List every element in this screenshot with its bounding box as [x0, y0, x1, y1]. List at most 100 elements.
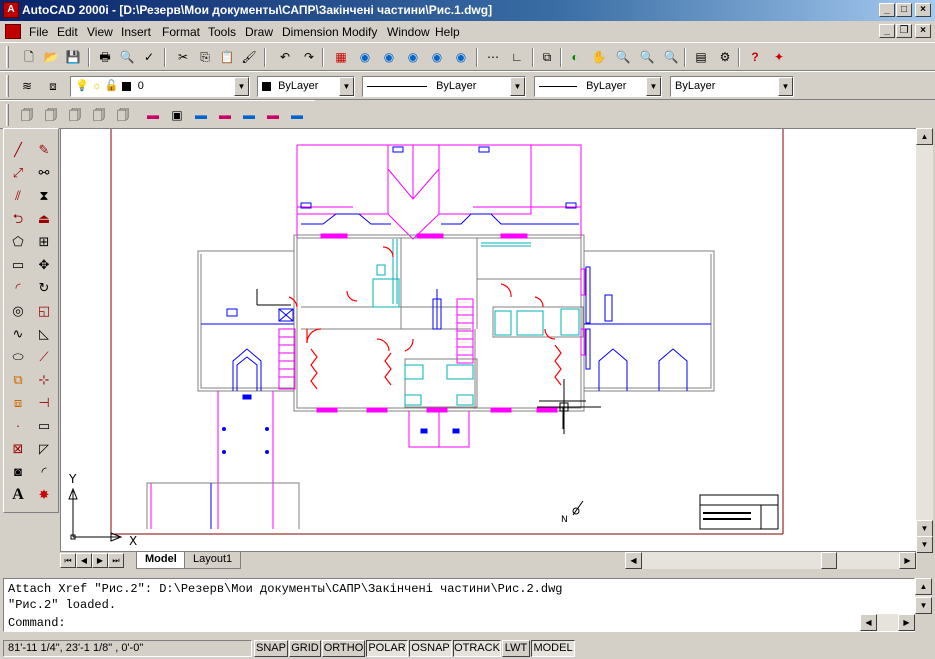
plotstyle-dropdown[interactable]: ByLayer ▼ [670, 76, 794, 97]
spline-icon[interactable]: ∿ [6, 323, 30, 345]
scroll-thumb[interactable] [821, 552, 837, 569]
xref-clip-icon[interactable]: 🗍 [64, 105, 86, 126]
prev-tab-icon[interactable]: ◀ [76, 553, 92, 568]
region-icon[interactable]: ◙ [6, 461, 30, 483]
drawing-area[interactable]: N Y X [60, 128, 917, 552]
spelling-icon[interactable]: ✓ [138, 47, 160, 68]
copy-object-icon[interactable]: ⚯ [32, 162, 56, 184]
chevron-down-icon[interactable]: ▼ [234, 77, 249, 96]
rectangle-icon[interactable]: ▭ [6, 254, 30, 276]
title-bar[interactable]: A AutoCAD 2000i - [D:\Резерв\Мои докумен… [0, 0, 935, 21]
image-quality-icon[interactable]: ▬ [238, 105, 260, 126]
chevron-down-icon[interactable]: ▼ [778, 77, 793, 96]
help-icon[interactable]: ? [744, 47, 766, 68]
tab-model[interactable]: Model [136, 552, 186, 569]
circle-icon[interactable]: ◎ [6, 300, 30, 322]
3d-orbit-icon[interactable]: ◐ [564, 47, 586, 68]
menu-tools[interactable]: Tools [208, 25, 236, 39]
minimize-button[interactable]: _ [879, 3, 895, 17]
scale-icon[interactable]: ◱ [32, 300, 56, 322]
toolbar-grip[interactable] [6, 46, 9, 68]
trim-icon[interactable]: ⊹ [32, 369, 56, 391]
xref-bind-icon[interactable]: 🗍 [88, 105, 110, 126]
redo-icon[interactable]: ↷ [298, 47, 320, 68]
make-block-icon[interactable]: ⧈ [6, 392, 30, 414]
undo-icon[interactable]: ↶ [274, 47, 296, 68]
document-icon[interactable] [5, 24, 21, 39]
new-icon[interactable]: 🗋 [18, 47, 40, 68]
vertical-scrollbar[interactable]: ▲ ▼ ▼ [916, 128, 933, 553]
image-adjust-icon[interactable]: ▬ [214, 105, 236, 126]
erase-icon[interactable]: ✎ [32, 139, 56, 161]
image-icon[interactable]: ▬ [142, 105, 164, 126]
scroll-right-icon[interactable]: ▶ [899, 552, 916, 569]
otrack-toggle[interactable]: OTRACK [453, 640, 501, 657]
pan-icon[interactable]: ✋ [588, 47, 610, 68]
mirror-icon[interactable]: ⧗ [32, 185, 56, 207]
zoom-realtime-icon[interactable]: 🔍 [612, 47, 634, 68]
line-icon[interactable]: ╱ [6, 139, 30, 161]
close-button[interactable]: × [915, 3, 931, 17]
extend-icon[interactable]: ⊣ [32, 392, 56, 414]
web-browse-icon[interactable]: ◉ [378, 47, 400, 68]
first-tab-icon[interactable]: ⏮ [60, 553, 76, 568]
arc-icon[interactable]: ◜ [6, 277, 30, 299]
object-snap-icon[interactable]: ⋯ [482, 47, 504, 68]
doc-restore-button[interactable]: ❐ [896, 24, 912, 38]
doc-close-button[interactable]: × [915, 24, 931, 38]
scroll-up-icon[interactable]: ▲ [916, 128, 933, 145]
chevron-down-icon[interactable]: ▼ [339, 77, 354, 96]
linetype-dropdown[interactable]: ByLayer ▼ [362, 76, 526, 97]
autocad-app-icon[interactable]: A [3, 2, 19, 18]
chamfer-icon[interactable]: ◸ [32, 438, 56, 460]
multiline-text-icon[interactable]: A [6, 484, 30, 506]
image-transparency-icon[interactable]: ▬ [262, 105, 284, 126]
make-object-layer-current-icon[interactable]: ⧈ [42, 76, 64, 97]
ellipse-icon[interactable]: ⬭ [6, 346, 30, 368]
scroll-down-icon[interactable]: ▼ [916, 536, 933, 553]
point-icon[interactable]: · [6, 415, 30, 437]
last-tab-icon[interactable]: ⏭ [108, 553, 124, 568]
horizontal-scrollbar[interactable]: ◀ ▶ [625, 552, 917, 569]
rotate-icon[interactable]: ↻ [32, 277, 56, 299]
save-icon[interactable]: 💾 [62, 47, 84, 68]
lwt-toggle[interactable]: LWT [502, 640, 530, 657]
move-icon[interactable]: ✥ [32, 254, 56, 276]
stretch-icon[interactable]: ◺ [32, 323, 56, 345]
next-tab-icon[interactable]: ▶ [92, 553, 108, 568]
menu-edit[interactable]: Edit [57, 25, 78, 39]
menu-file[interactable]: File [29, 25, 48, 39]
offset-icon[interactable]: ⏏ [32, 208, 56, 230]
hatch-icon[interactable]: ⊠ [6, 438, 30, 460]
properties-icon[interactable]: ▤ [690, 47, 712, 68]
print-preview-icon[interactable]: 🔍 [116, 47, 138, 68]
menu-modify[interactable]: Modify [342, 25, 377, 39]
zoom-window-icon[interactable]: 🔍 [636, 47, 658, 68]
publish-web-icon[interactable]: ◉ [402, 47, 424, 68]
tab-layout1[interactable]: Layout1 [184, 552, 242, 569]
menu-format[interactable]: Format [162, 25, 200, 39]
external-reference-icon[interactable]: 🗍 [16, 105, 38, 126]
osnap-toggle[interactable]: OSNAP [409, 640, 452, 657]
menu-dimension[interactable]: Dimension [282, 25, 339, 39]
command-window[interactable]: Attach Xref "Рис.2": D:\Резерв\Мои докум… [3, 578, 915, 632]
model-toggle[interactable]: MODEL [531, 640, 575, 657]
toolbar-grip-2[interactable] [6, 75, 9, 97]
ucs-icon[interactable]: ∟ [506, 47, 528, 68]
lengthen-icon[interactable]: ⟋ [32, 346, 56, 368]
image-clip-icon[interactable]: ▬ [190, 105, 212, 126]
construction-line-icon[interactable]: ⤢ [6, 162, 30, 184]
image-frame-icon[interactable]: ▬ [286, 105, 308, 126]
pentagon-icon[interactable]: ⬠ [6, 231, 30, 253]
today-icon[interactable]: ◉ [450, 47, 472, 68]
menu-view[interactable]: View [87, 25, 113, 39]
scroll-up-icon[interactable]: ▲ [915, 578, 932, 595]
snap-toggle[interactable]: SNAP [254, 640, 288, 657]
menu-insert[interactable]: Insert [121, 25, 151, 39]
chevron-down-icon[interactable]: ▼ [646, 77, 661, 96]
command-hscrollbar[interactable]: ◀ ▶ [860, 614, 915, 631]
layers-icon[interactable]: ≋ [16, 76, 38, 97]
print-icon[interactable]: 🖶 [94, 47, 116, 68]
layer-dropdown[interactable]: 💡 ☼ 🔓 0 ▼ [70, 76, 250, 97]
today-star-icon[interactable]: ✦ [768, 47, 790, 68]
